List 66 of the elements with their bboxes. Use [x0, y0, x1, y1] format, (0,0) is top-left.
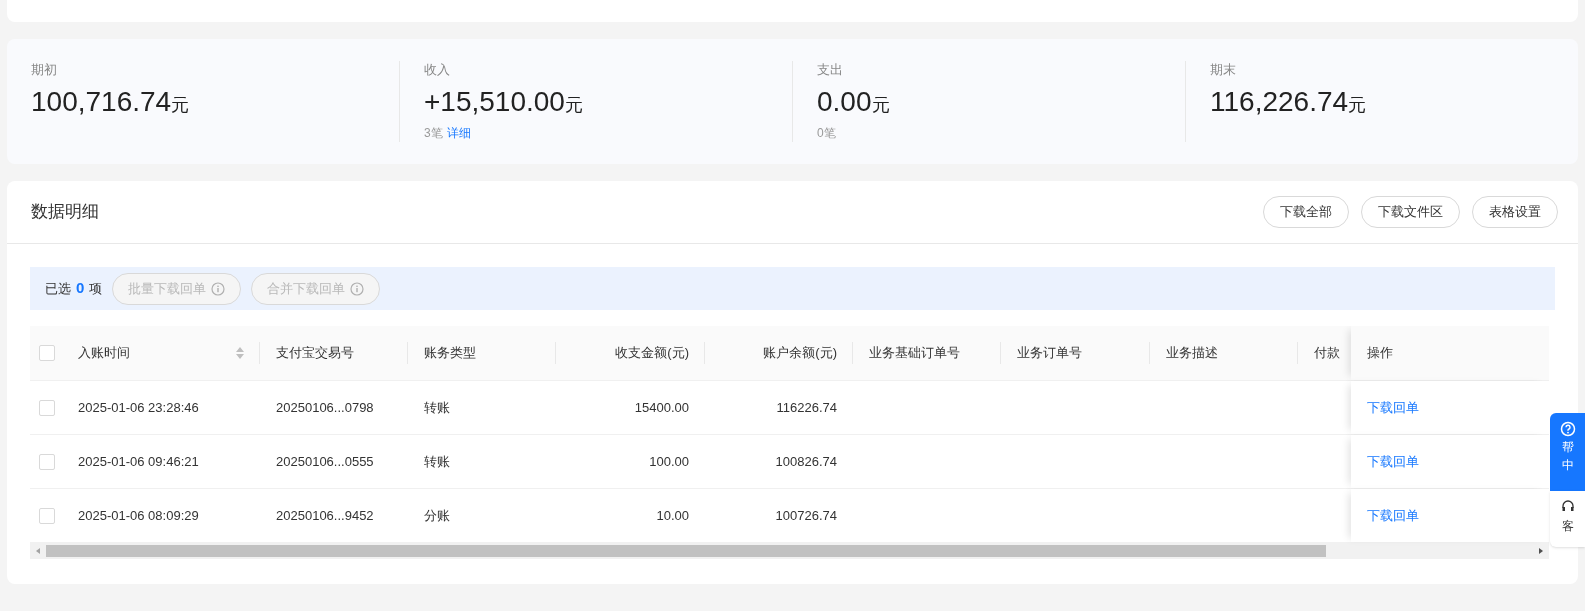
table-cell-text: 2025-01-06 08:09:29 — [78, 506, 199, 525]
column-header: 业务基础订单号 — [869, 344, 960, 363]
table-cell-text: 20250106...9452 — [276, 506, 374, 525]
summary-label: 期初 — [31, 61, 58, 79]
table-cell-text: 2025-01-06 23:28:46 — [78, 398, 199, 417]
table-cell-text: 100.00 — [649, 452, 689, 471]
column-header: 业务描述 — [1166, 344, 1218, 363]
table-cell-text: 100826.74 — [775, 452, 837, 471]
summary-amount: 100,716.74 — [31, 85, 172, 119]
checkbox[interactable] — [39, 507, 55, 524]
info-icon — [350, 281, 365, 296]
checkbox[interactable] — [39, 453, 55, 470]
info-icon — [211, 281, 226, 296]
selection-unit: 项 — [89, 279, 103, 298]
customer-service-label: 客 — [1561, 518, 1574, 535]
currency-unit: 元 — [1348, 95, 1367, 117]
summary-label: 收入 — [424, 61, 451, 79]
toolbar-button[interactable]: 下载文件区 — [1361, 196, 1460, 228]
summary-amount: 116,226.74 — [1210, 85, 1349, 119]
table-cell-text: 15400.00 — [634, 398, 689, 417]
column-header: 入账时间 — [78, 344, 130, 363]
help-icon — [1559, 421, 1576, 437]
transaction-count: 0笔 — [817, 125, 836, 141]
column-header: 支付宝交易号 — [276, 344, 354, 363]
table-cell-text: 20250106...0555 — [276, 452, 374, 471]
currency-unit: 元 — [871, 94, 890, 117]
column-header: 业务订单号 — [1017, 344, 1082, 363]
column-header: 账户余额(元) — [763, 344, 837, 363]
download-receipt-link[interactable]: 下载回单 — [1367, 451, 1419, 472]
column-header: 操作 — [1367, 344, 1393, 363]
table-cell-text: 分账 — [424, 506, 450, 525]
table-cell-text: 10.00 — [656, 506, 689, 525]
checkbox[interactable] — [39, 345, 55, 361]
table-cell-text: 转账 — [424, 398, 450, 417]
table-cell-text: 转账 — [424, 452, 450, 471]
checkbox[interactable] — [39, 399, 55, 416]
summary-label: 支出 — [817, 61, 844, 79]
detail-link[interactable]: 详细 — [446, 125, 471, 141]
download-receipt-link[interactable]: 下载回单 — [1367, 505, 1419, 526]
download-receipt-link[interactable]: 下载回单 — [1367, 397, 1419, 418]
customer-service-button[interactable]: 客 — [1550, 491, 1585, 547]
help-center-label: 帮 — [1561, 439, 1574, 455]
help-center-label: 中 — [1561, 457, 1574, 473]
column-header: 付款 — [1314, 344, 1340, 363]
column-header: 账务类型 — [424, 344, 476, 363]
headset-icon — [1560, 499, 1575, 513]
column-header: 收支金额(元) — [615, 344, 689, 363]
summary-amount: +15,510.00 — [424, 85, 565, 119]
toolbar-button[interactable]: 下载全部 — [1263, 196, 1349, 228]
table-cell-text: 116226.74 — [776, 398, 837, 417]
table-cell-text: 100726.74 — [775, 506, 837, 525]
help-center-button[interactable]: 帮 中 — [1550, 413, 1585, 491]
selection-label: 已选 — [45, 279, 71, 298]
toolbar-button[interactable]: 表格设置 — [1472, 196, 1558, 228]
selection-count: 0 — [76, 278, 85, 299]
transaction-count: 3笔 — [424, 125, 443, 141]
table-cell-text: 20250106...0798 — [276, 398, 374, 417]
horizontal-scrollbar[interactable] — [30, 542, 1549, 559]
scrollbar-thumb[interactable] — [46, 544, 1326, 557]
table-cell-text: 2025-01-06 09:46:21 — [78, 452, 199, 471]
currency-unit: 元 — [564, 94, 583, 117]
section-title: 数据明细 — [31, 201, 99, 224]
summary-amount: 0.00 — [817, 85, 872, 119]
sort-icon[interactable] — [236, 347, 244, 359]
currency-unit: 元 — [171, 95, 190, 117]
summary-label: 期末 — [1210, 61, 1237, 79]
